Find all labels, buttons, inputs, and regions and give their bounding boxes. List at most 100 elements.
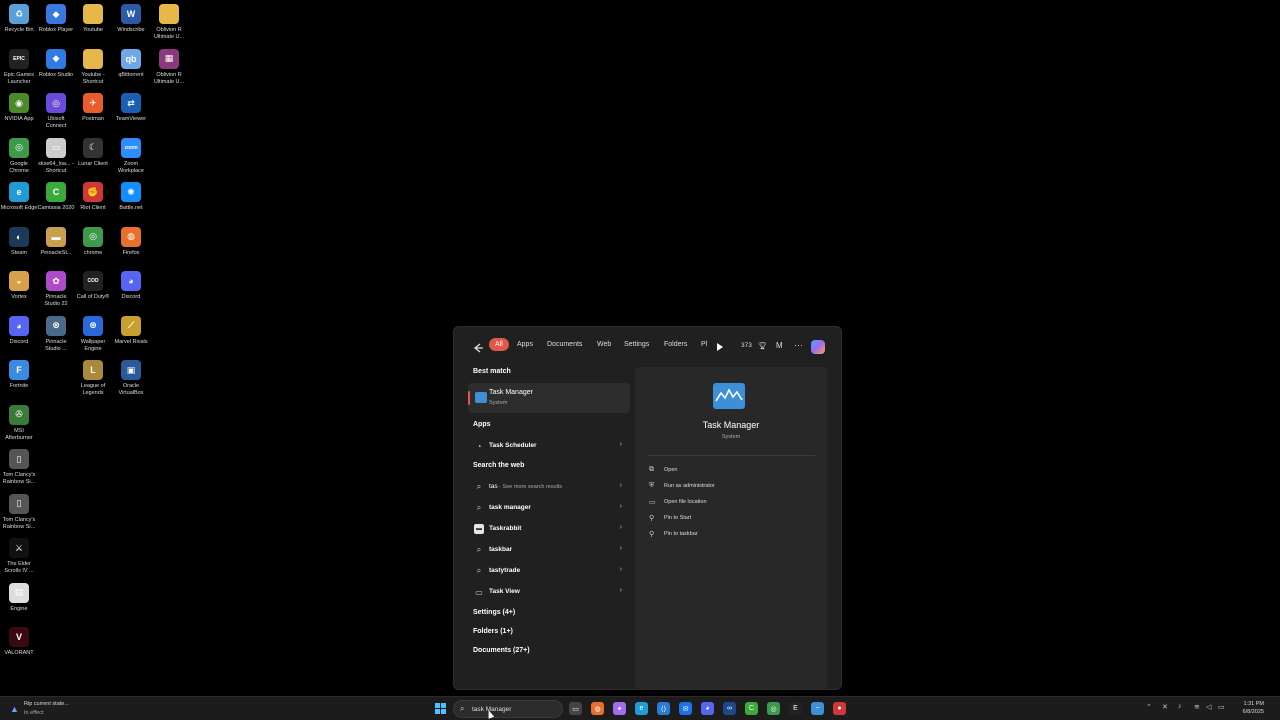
tab-all[interactable]: All: [489, 338, 509, 351]
app-result-task-scheduler[interactable]: ◔ Task Scheduler ›: [468, 437, 630, 455]
web-result[interactable]: ▬ Taskrabbit ›: [468, 520, 630, 538]
desktop-shortcut[interactable]: V VALORANT: [0, 623, 38, 657]
copilot-icon[interactable]: ✦: [613, 702, 626, 715]
epic-games-icon[interactable]: E: [789, 702, 802, 715]
desktop-shortcut[interactable]: ♻ Recycle Bin: [0, 0, 38, 34]
desktop-shortcut[interactable]: ✺ Battle.net: [112, 178, 150, 212]
edge-icon[interactable]: e: [635, 702, 648, 715]
desktop-shortcut[interactable]: ◉ NVIDIA App: [0, 89, 38, 123]
camtasia-icon[interactable]: C: [745, 702, 758, 715]
desktop-shortcut[interactable]: ▤ Engine: [0, 579, 38, 613]
desktop-shortcut[interactable]: ⊗ Pinnacle Studio ...: [37, 312, 75, 353]
desktop-shortcut[interactable]: ◆ Roblox Studio: [37, 45, 75, 79]
desktop-shortcut[interactable]: Youtube: [74, 0, 112, 34]
desktop-shortcut[interactable]: e Microsoft Edge: [0, 178, 38, 212]
chrome-icon[interactable]: ◎: [767, 702, 780, 715]
screen-recorder-icon[interactable]: ●: [833, 702, 846, 715]
tab-photos[interactable]: Pl: [701, 341, 707, 348]
desktop-shortcut[interactable]: COD Call of Duty®: [74, 267, 112, 301]
desktop-shortcut[interactable]: ◎ chrome: [74, 223, 112, 257]
best-match-subtitle: System: [489, 400, 508, 406]
clock[interactable]: 1:31 PM 6/8/2025: [1234, 700, 1264, 716]
taskbar-search-box[interactable]: ⌕ task Manager: [453, 700, 563, 718]
tab-documents[interactable]: Documents: [547, 341, 582, 348]
desktop-shortcut[interactable]: L League of Legends: [74, 356, 112, 397]
desktop-shortcut[interactable]: ◍ Firefox: [112, 223, 150, 257]
task-view-icon[interactable]: ▭: [569, 702, 582, 715]
desktop-shortcut[interactable]: ◕ Discord: [112, 267, 150, 301]
microphone-icon[interactable]: ♪: [1178, 703, 1182, 710]
desktop-shortcut[interactable]: ◐ Steam: [0, 223, 38, 257]
tab-apps[interactable]: Apps: [517, 341, 533, 348]
desktop-shortcut[interactable]: ◎ Google Chrome: [0, 134, 38, 175]
desktop-shortcut[interactable]: ✇ MSI Afterburner: [0, 401, 38, 442]
web-result[interactable]: ⌕ taskbar ›: [468, 541, 630, 559]
desktop-shortcut[interactable]: ◆ Roblox Player: [37, 0, 75, 34]
task-manager-icon[interactable]: ~: [811, 702, 824, 715]
results-list: Best match Task Manager System Apps ◔ Ta…: [454, 367, 634, 689]
play-icon[interactable]: [717, 343, 723, 351]
desktop-shortcut[interactable]: ▣ Oracle VirtualBox: [112, 356, 150, 397]
volume-icon[interactable]: ◁: [1206, 703, 1211, 711]
documents-section[interactable]: Documents (27+): [473, 647, 530, 654]
desktop-shortcut[interactable]: ▦ Oblivion R Ultimate U...: [150, 45, 188, 86]
desktop-shortcut[interactable]: ⟋ Marvel Rivals: [112, 312, 150, 346]
tab-settings[interactable]: Settings: [624, 341, 649, 348]
desktop-shortcut[interactable]: ✊ Riot Client: [74, 178, 112, 212]
chevron-right-icon: ›: [619, 587, 622, 594]
copilot-icon[interactable]: [811, 340, 825, 354]
firefox-icon[interactable]: ◍: [591, 702, 604, 715]
desktop-shortcut[interactable]: ⚔ The Elder Scrolls IV ...: [0, 534, 38, 575]
action-pin-to-start[interactable]: ⚲ Pin to Start: [649, 513, 809, 525]
desktop-shortcut[interactable]: Oblivion R Ultimate U...: [150, 0, 188, 41]
desktop-shortcut[interactable]: W Windscribe: [112, 0, 150, 34]
desktop-shortcut[interactable]: ◒ Vortex: [0, 267, 38, 301]
desktop-shortcut[interactable]: ◎ Ubisoft Connect: [37, 89, 75, 130]
desktop-shortcut[interactable]: ▬ PinnacleSt...: [37, 223, 75, 257]
desktop-shortcut[interactable]: ⊛ Wallpaper Engine: [74, 312, 112, 353]
desktop-shortcut-label: Pinnacle Studio 22: [44, 294, 68, 307]
discord-icon[interactable]: ◕: [701, 702, 714, 715]
more-options-icon[interactable]: ···: [794, 340, 803, 350]
back-arrow-icon[interactable]: [472, 342, 484, 354]
battery-icon[interactable]: ▭: [1218, 703, 1225, 711]
tray-app-icon[interactable]: ✕: [1162, 703, 1168, 711]
tab-folders[interactable]: Folders: [664, 341, 687, 348]
mail-icon[interactable]: ✉: [679, 702, 692, 715]
action-open[interactable]: ⧉ Open: [649, 465, 809, 477]
web-result[interactable]: ▭ Task View ›: [468, 583, 630, 601]
desktop-shortcut[interactable]: ✿ Pinnacle Studio 22: [37, 267, 75, 308]
desktop-shortcut[interactable]: ▯ Tom Clancy's Rainbow Si...: [0, 490, 38, 531]
chevron-up-icon[interactable]: ⌃: [1146, 703, 1152, 711]
wifi-icon[interactable]: ≋: [1194, 703, 1200, 711]
desktop-shortcut[interactable]: qb qBittorrent: [112, 45, 150, 79]
action-run-as-admin[interactable]: ⛨ Run as administrator: [649, 481, 809, 493]
desktop-shortcut[interactable]: F Fortnite: [0, 356, 38, 390]
vscode-icon[interactable]: ⟨⟩: [657, 702, 670, 715]
desktop-shortcut[interactable]: zoom Zoom Workplace: [112, 134, 150, 175]
action-pin-to-taskbar[interactable]: ⚲ Pin to taskbar: [649, 529, 809, 541]
desktop-shortcut[interactable]: ◕ Discord: [0, 312, 38, 346]
chevron-right-icon: ›: [619, 566, 622, 573]
web-result[interactable]: ⌕ tastytrade ›: [468, 562, 630, 580]
app-icon[interactable]: ∞: [723, 702, 736, 715]
desktop-shortcut[interactable]: ☾ Lunar Client: [74, 134, 112, 168]
weather-widget[interactable]: ▲ Rip current state... In effect: [10, 701, 69, 716]
web-result[interactable]: ⌕ tas - See more search results ›: [468, 478, 630, 496]
settings-section[interactable]: Settings (4+): [473, 609, 515, 616]
folders-section[interactable]: Folders (1+): [473, 628, 513, 635]
desktop-shortcut[interactable]: ▯ Tom Clancy's Rainbow Si...: [0, 445, 38, 486]
desktop-shortcut[interactable]: C Camtasia 2020: [37, 178, 75, 212]
folder-open-icon: ▭: [649, 499, 656, 506]
account-initial[interactable]: M: [776, 341, 783, 350]
desktop-shortcut[interactable]: ⇄ TeamViewer: [112, 89, 150, 123]
desktop-shortcut[interactable]: ✈ Postman: [74, 89, 112, 123]
desktop-shortcut[interactable]: EPIC Epic Games Launcher: [0, 45, 38, 86]
web-result[interactable]: ⌕ task manager ›: [468, 499, 630, 517]
desktop-shortcut[interactable]: ▭ skse64_loa... - Shortcut: [37, 134, 75, 175]
start-button[interactable]: [435, 703, 446, 714]
best-match-item[interactable]: Task Manager System: [468, 383, 630, 413]
tab-web[interactable]: Web: [597, 341, 611, 348]
desktop-shortcut[interactable]: Youtube - Shortcut: [74, 45, 112, 86]
action-open-file-location[interactable]: ▭ Open file location: [649, 497, 809, 509]
